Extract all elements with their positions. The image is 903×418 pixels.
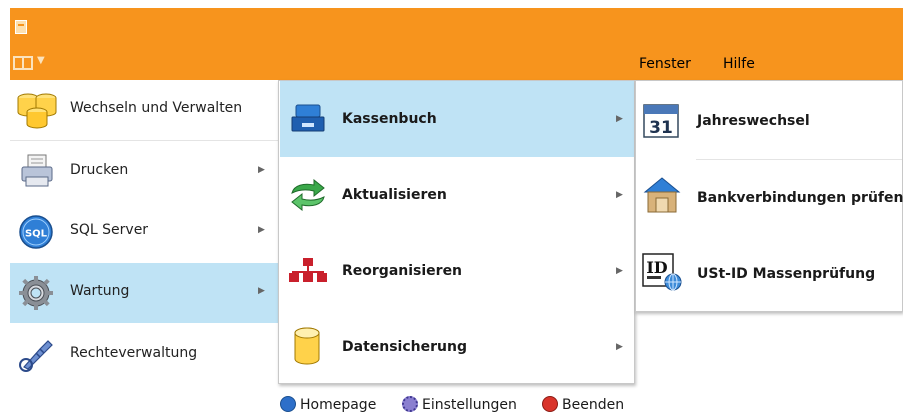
einstellungen-button[interactable]: Einstellungen	[402, 396, 517, 413]
database-cylinders-icon	[17, 93, 57, 129]
app-icon	[15, 20, 27, 34]
menu-item-label: SQL Server	[70, 222, 149, 238]
chevron-right-icon: ▶	[616, 266, 623, 276]
menu-item-label: Jahreswechsel	[697, 113, 810, 129]
menu-item-drucken[interactable]: Drucken ▶	[10, 142, 278, 202]
menu-item-datensicherung[interactable]: Datensicherung ▶	[280, 309, 634, 385]
menu-item-sql-server[interactable]: SQL SQL Server ▶	[10, 202, 278, 262]
menu-item-wartung[interactable]: Wartung ▶	[10, 263, 278, 323]
chevron-down-icon: ▼	[37, 55, 45, 66]
chevron-right-icon: ▶	[616, 114, 623, 124]
gear-icon	[19, 276, 53, 310]
separator	[10, 140, 278, 141]
title-bar	[10, 8, 903, 48]
einstellungen-label: Einstellungen	[422, 397, 517, 413]
menu-item-wechseln[interactable]: Wechseln und Verwalten	[10, 80, 278, 140]
menu-item-bankverbindungen[interactable]: Bankverbindungen prüfen	[637, 160, 903, 236]
exit-icon	[542, 396, 558, 412]
app-menu-left-panel: Wechseln und Verwalten Drucken ▶ SQL SQL…	[10, 80, 278, 388]
menu-item-rechteverwaltung[interactable]: Rechteverwaltung	[10, 325, 278, 385]
menu-item-label: Kassenbuch	[342, 111, 437, 127]
menu-item-label: Datensicherung	[342, 339, 467, 355]
app-menu-button[interactable]: ▼	[13, 53, 63, 73]
bank-icon	[643, 177, 681, 213]
book-icon	[13, 56, 33, 70]
chevron-right-icon: ▶	[616, 342, 623, 352]
printer-icon	[21, 154, 53, 187]
sql-server-icon: SQL	[19, 215, 53, 249]
app-menu-wartung-submenu: Kassenbuch ▶ Aktualisieren ▶ Reorganisie…	[278, 80, 635, 384]
refresh-arrows-icon	[291, 179, 325, 211]
menu-item-aktualisieren[interactable]: Aktualisieren ▶	[280, 157, 634, 233]
calendar-day-text: 31	[649, 118, 673, 138]
menu-fenster[interactable]: Fenster	[639, 56, 691, 72]
beenden-label: Beenden	[562, 397, 625, 413]
menu-item-kassenbuch[interactable]: Kassenbuch ▶	[280, 81, 634, 157]
menu-item-reorganisieren[interactable]: Reorganisieren ▶	[280, 233, 634, 309]
cash-register-icon	[291, 104, 325, 132]
app-window: ▼ Fenster Hilfe Wechseln und Verwalten D…	[0, 0, 903, 418]
menu-item-label: Bankverbindungen prüfen	[697, 190, 903, 206]
menu-item-label: Drucken	[70, 162, 129, 178]
menu-item-label: USt-ID Massenprüfung	[697, 266, 876, 282]
sql-icon-text: SQL	[25, 229, 48, 240]
menu-hilfe[interactable]: Hilfe	[723, 56, 755, 72]
menu-item-jahreswechsel[interactable]: 31 Jahreswechsel	[637, 83, 903, 159]
beenden-button[interactable]: Beenden	[542, 396, 624, 413]
chevron-right-icon: ▶	[258, 225, 265, 235]
id-card-globe-icon: ID	[642, 253, 682, 291]
menu-bar: ▼ Fenster Hilfe	[10, 48, 903, 80]
menu-item-label: Aktualisieren	[342, 187, 447, 203]
hierarchy-icon	[289, 258, 327, 282]
chevron-right-icon: ▶	[616, 190, 623, 200]
app-menu-footer: Homepage Einstellungen Beenden	[278, 390, 638, 418]
chevron-right-icon: ▶	[258, 286, 265, 296]
homepage-label: Homepage	[300, 397, 377, 413]
key-icon	[19, 340, 53, 372]
menu-item-label: Reorganisieren	[342, 263, 463, 279]
menu-item-ust-id-massenpruefung[interactable]: ID USt-ID Massenprüfung	[637, 236, 903, 312]
globe-icon	[280, 396, 296, 412]
menu-item-label: Wartung	[70, 283, 130, 299]
settings-gear-icon	[402, 396, 418, 412]
database-icon	[294, 327, 320, 365]
calendar-31-icon: 31	[643, 104, 679, 138]
homepage-button[interactable]: Homepage	[280, 396, 376, 413]
chevron-right-icon: ▶	[258, 165, 265, 175]
menu-item-label: Wechseln und Verwalten	[70, 100, 243, 116]
menu-item-label: Rechteverwaltung	[70, 345, 198, 361]
app-menu-kassenbuch-submenu: 31 Jahreswechsel Bankverbindungen prüfen…	[635, 80, 903, 312]
id-icon-text: ID	[646, 258, 667, 277]
